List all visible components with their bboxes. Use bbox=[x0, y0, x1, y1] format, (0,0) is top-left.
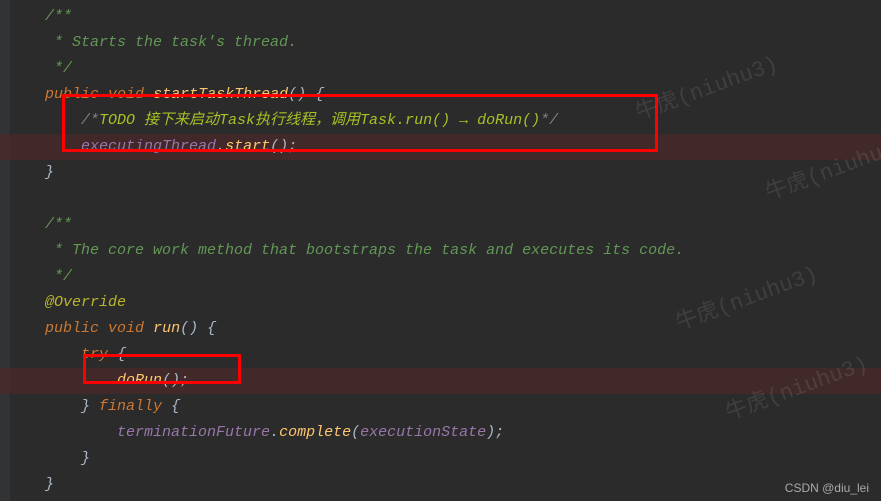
doc-comment: */ bbox=[45, 60, 72, 77]
credit-text: CSDN @diu_lei bbox=[785, 481, 869, 495]
brace: } bbox=[81, 398, 90, 415]
keyword-void: void bbox=[108, 86, 144, 103]
code-line: /** bbox=[0, 212, 881, 238]
doc-comment: */ bbox=[45, 268, 72, 285]
brace: { bbox=[162, 398, 180, 415]
method-call: complete bbox=[279, 424, 351, 441]
comment-open: /* bbox=[81, 112, 99, 129]
keyword-public: public bbox=[45, 86, 99, 103]
code-line: /** bbox=[0, 4, 881, 30]
doc-comment: /** bbox=[45, 8, 72, 25]
todo-text: 接下来启动Task执行线程，调用Task.run() → doRun() bbox=[144, 112, 540, 129]
keyword-public: public bbox=[45, 320, 99, 337]
code-line bbox=[0, 186, 881, 212]
code-line: } bbox=[0, 472, 881, 498]
code-line: * Starts the task's thread. bbox=[0, 30, 881, 56]
brace: } bbox=[45, 476, 54, 493]
open-paren: ( bbox=[351, 424, 360, 441]
identifier: terminationFuture bbox=[117, 424, 270, 441]
code-editor[interactable]: /** * Starts the task's thread. */ publi… bbox=[0, 0, 881, 498]
method-name: run bbox=[153, 320, 180, 337]
code-line: /*TODO 接下来启动Task执行线程，调用Task.run() → doRu… bbox=[0, 108, 881, 134]
code-line: */ bbox=[0, 264, 881, 290]
code-line: terminationFuture.complete(executionStat… bbox=[0, 420, 881, 446]
code-line: } bbox=[0, 160, 881, 186]
method-call: start bbox=[225, 138, 270, 155]
comment-close: */ bbox=[540, 112, 558, 129]
dot: . bbox=[270, 424, 279, 441]
dot: . bbox=[216, 138, 225, 155]
code-line: */ bbox=[0, 56, 881, 82]
code-line: try { bbox=[0, 342, 881, 368]
keyword-try: try bbox=[81, 346, 108, 363]
brace: { bbox=[306, 86, 324, 103]
doc-comment: * Starts the task's thread. bbox=[45, 34, 297, 51]
code-line: @Override bbox=[0, 290, 881, 316]
doc-comment: /** bbox=[45, 216, 72, 233]
identifier: executingThread bbox=[81, 138, 216, 155]
brace: } bbox=[45, 164, 54, 181]
brace: { bbox=[198, 320, 216, 337]
call-end: (); bbox=[162, 372, 189, 389]
identifier: executionState bbox=[360, 424, 486, 441]
todo-label: TODO bbox=[99, 112, 144, 129]
doc-comment: * The core work method that bootstraps t… bbox=[45, 242, 684, 259]
code-line: * The core work method that bootstraps t… bbox=[0, 238, 881, 264]
code-line: } bbox=[0, 446, 881, 472]
code-line: public void startTaskThread() { bbox=[0, 82, 881, 108]
code-line: public void run() { bbox=[0, 316, 881, 342]
call-end: (); bbox=[270, 138, 297, 155]
brace: { bbox=[108, 346, 126, 363]
close-call: ); bbox=[486, 424, 504, 441]
annotation: @Override bbox=[45, 294, 126, 311]
brace: } bbox=[81, 450, 90, 467]
code-line: } finally { bbox=[0, 394, 881, 420]
code-line: executingThread.start(); bbox=[0, 134, 881, 160]
keyword-finally: finally bbox=[99, 398, 162, 415]
method-call: doRun bbox=[117, 372, 162, 389]
parentheses: () bbox=[288, 86, 306, 103]
keyword-void: void bbox=[108, 320, 144, 337]
method-name: startTaskThread bbox=[153, 86, 288, 103]
code-line: doRun(); bbox=[0, 368, 881, 394]
parentheses: () bbox=[180, 320, 198, 337]
